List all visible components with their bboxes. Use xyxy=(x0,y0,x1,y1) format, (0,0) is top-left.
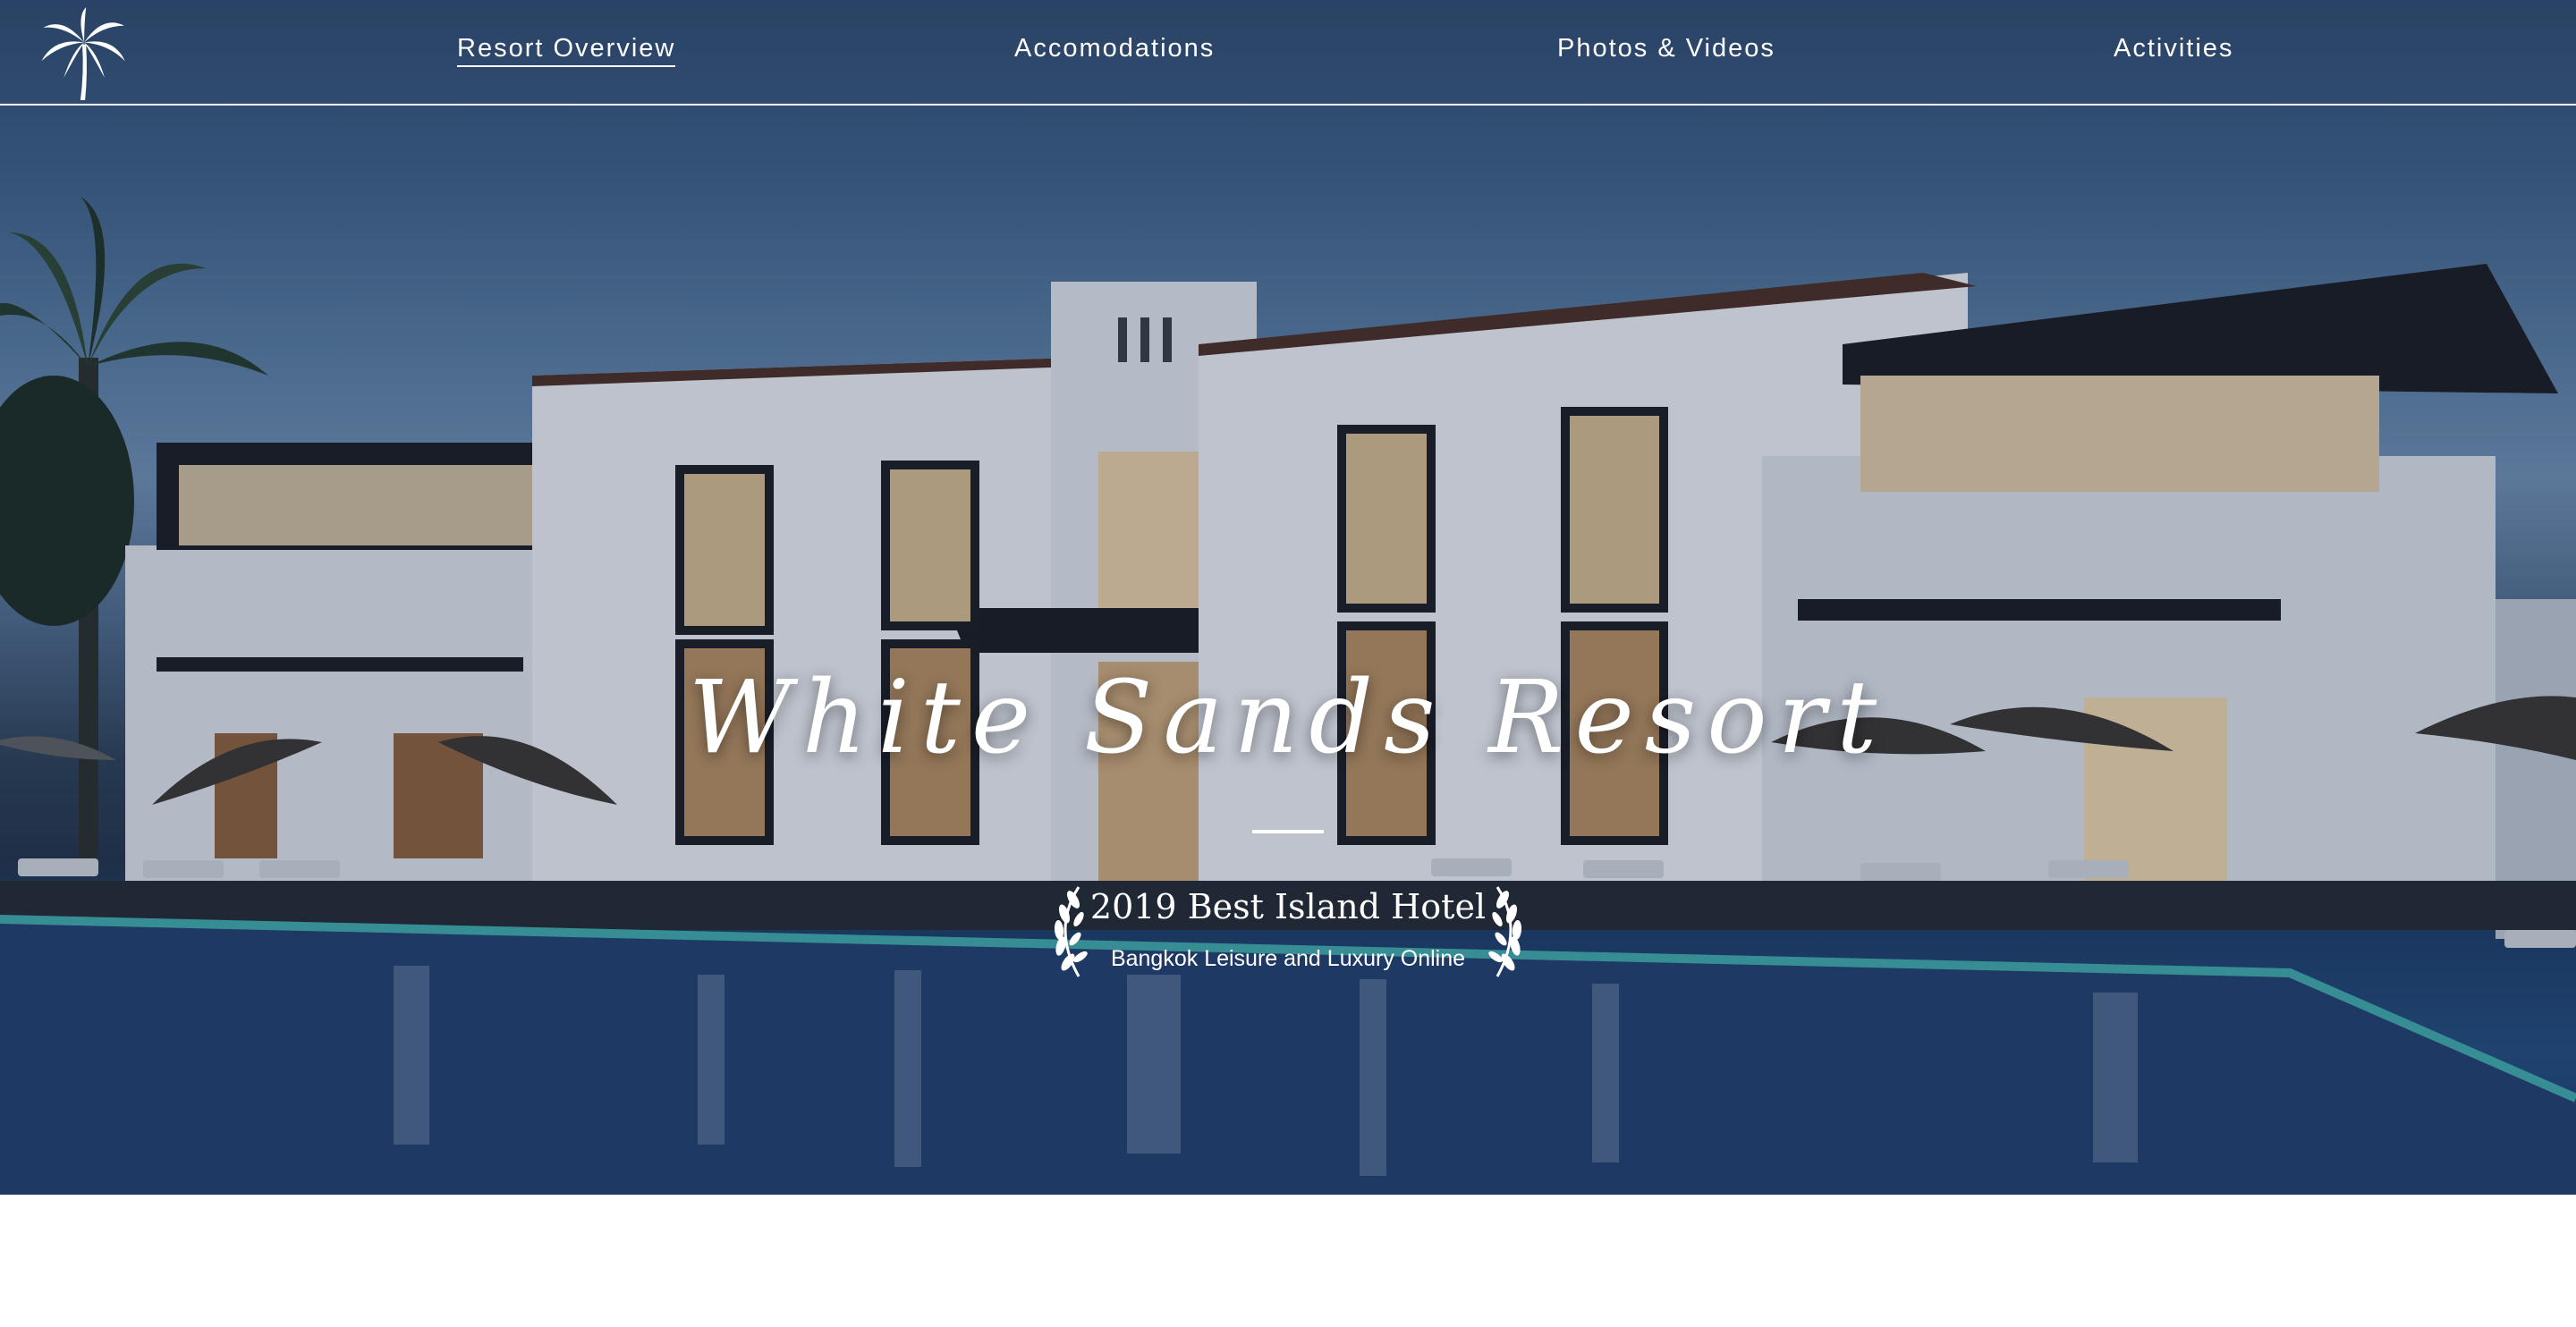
hero-title: White Sands Resort xyxy=(688,660,1888,776)
resort-photo xyxy=(0,0,2576,1195)
award-title: 2019 Best Island Hotel xyxy=(1089,887,1487,926)
award-subtitle: Bangkok Leisure and Luxury Online xyxy=(1110,946,1466,971)
award-badge: 2019 Best Island Hotel Bangkok Leisure a… xyxy=(1038,878,1538,985)
nav-resort-overview[interactable]: Resort Overview xyxy=(457,34,676,67)
nav-accomodations[interactable]: Accomodations xyxy=(1014,34,1215,63)
nav-photos-videos[interactable]: Photos & Videos xyxy=(1557,34,1775,63)
title-divider xyxy=(1252,830,1324,833)
nav-activities[interactable]: Activities xyxy=(2114,34,2233,63)
top-navigation: Resort Overview Accomodations Photos & V… xyxy=(0,0,2576,106)
palm-tree-icon[interactable] xyxy=(36,7,129,100)
hero-banner: Resort Overview Accomodations Photos & V… xyxy=(0,0,2576,1195)
